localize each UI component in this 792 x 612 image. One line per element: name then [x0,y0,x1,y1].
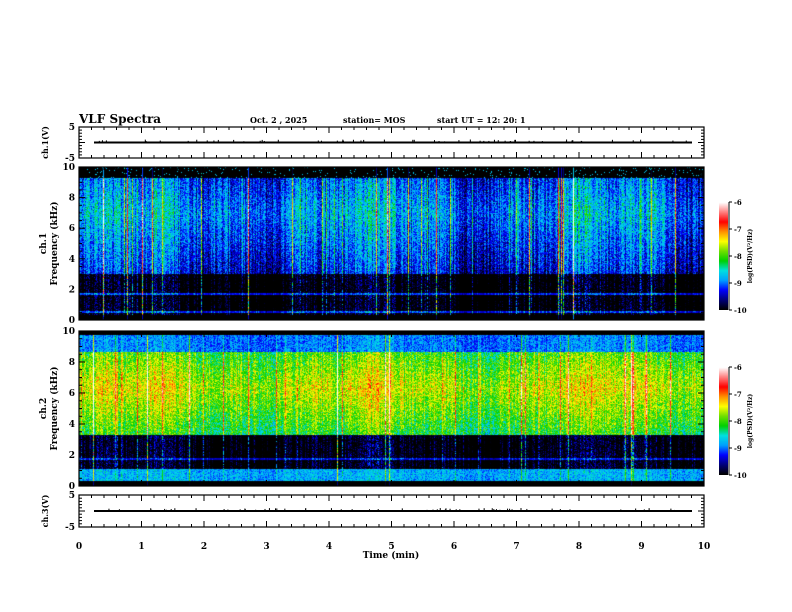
y-tick-label: 2 [69,451,75,461]
station-label: station= MOS [343,115,406,125]
colorbar-tick-label: -8 [734,252,742,261]
colorbar-label: log(PSD)(V²/Hz) [747,394,754,449]
y-tick-label: 10 [62,163,75,173]
y-tick-label: 4 [69,255,75,265]
x-tick-label: 0 [76,542,82,552]
y-tick-label: -5 [65,523,75,533]
x-tick-label: 5 [388,542,394,552]
x-tick-label: 4 [326,542,332,552]
y-tick-label: 5 [69,491,75,501]
colorbar-tick-label: -6 [734,363,742,372]
ch1-spectrogram-frame [78,166,705,321]
colorbar-tick-label: -9 [734,279,742,288]
y-tick-label: 6 [69,389,75,399]
ch1-spectrogram-ylabel: Frequency (kHz) [49,201,60,285]
x-tick-label: 2 [201,542,207,552]
y-tick-label: 10 [62,327,75,337]
x-tick-label: 9 [638,542,644,552]
y-tick-label: 8 [69,358,75,368]
ch2-spectrogram-channel-label: ch.2 [39,398,49,419]
colorbar-label: log(PSD)(V²/Hz) [747,229,754,284]
x-tick-label: 1 [138,542,144,552]
date-label: Oct. 2 , 2025 [250,115,307,125]
x-tick-label: 10 [698,542,711,552]
colorbar-tick-label: -6 [734,198,742,207]
start-time-label: start UT = 12: 20: 1 [437,115,526,125]
ch1-spectrogram-channel-label: ch.1 [39,233,49,254]
x-tick-label: 3 [263,542,269,552]
x-tick-label: 7 [513,542,519,552]
vlf-spectra-figure: VLF Spectra Oct. 2 , 2025 station= MOS s… [0,0,792,612]
colorbar-tick-label: -7 [734,225,742,234]
y-tick-label: 4 [69,420,75,430]
colorbar-tick-label: -8 [734,417,742,426]
y-tick-label: 8 [69,194,75,204]
y-tick-label: 6 [69,224,75,234]
y-tick-label: 2 [69,285,75,295]
figure-title: VLF Spectra [78,112,161,126]
y-tick-label: 0 [69,316,75,326]
colorbar-tick-label: -9 [734,444,742,453]
colorbar-tick-label: -7 [734,390,742,399]
axes-overlay: VLF Spectra Oct. 2 , 2025 station= MOS s… [39,112,754,561]
colorbar-tick-label: -10 [734,471,747,480]
ch3-voltage-ylabel: ch.3(V) [40,494,50,527]
colorbar-tick-label: -10 [734,306,747,315]
x-tick-label: 6 [451,542,457,552]
ch2-spectrogram-ylabel: Frequency (kHz) [49,366,60,450]
y-tick-label: 5 [69,123,75,133]
ch2-spectrogram-frame [78,330,705,487]
x-tick-label: 8 [576,542,582,552]
ch1-voltage-ylabel: ch.1(V) [40,126,50,159]
